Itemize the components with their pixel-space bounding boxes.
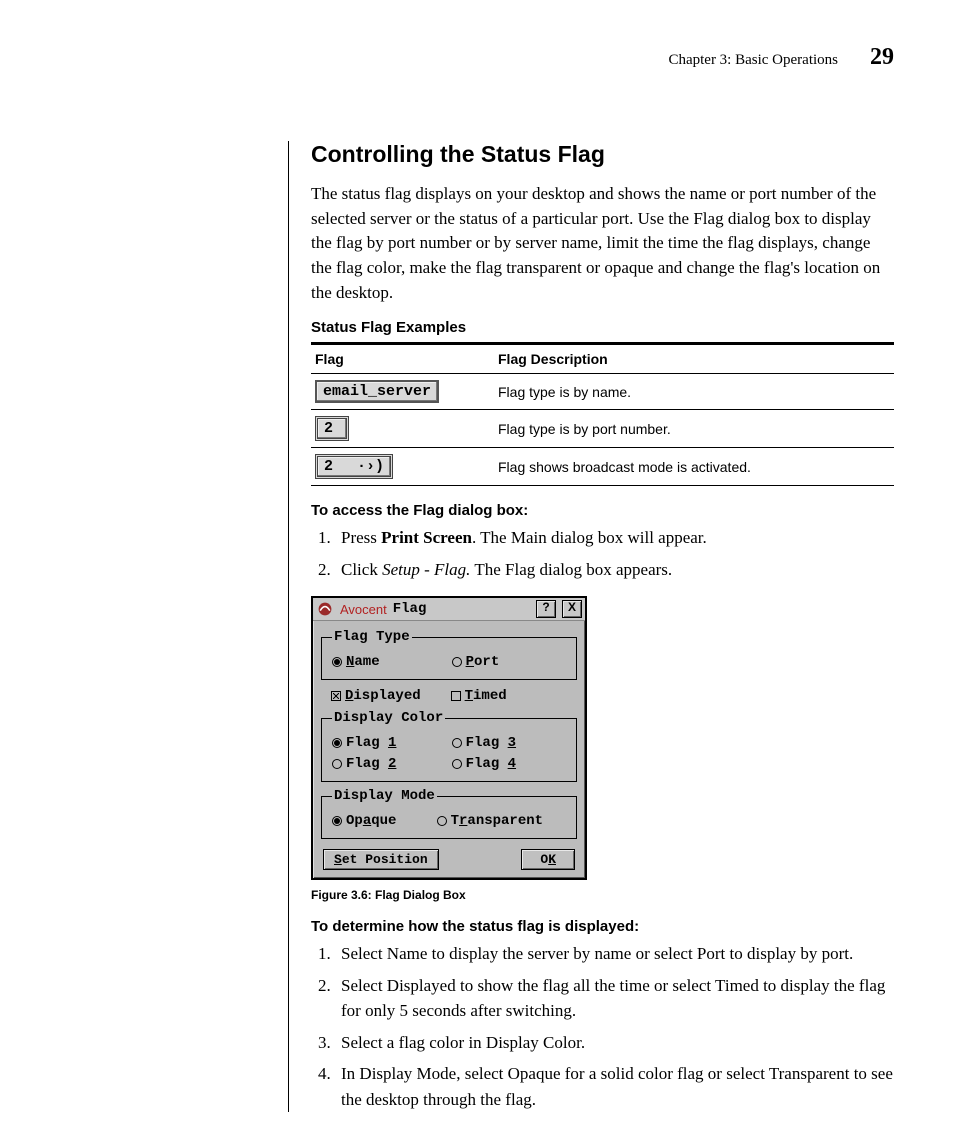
status-flag-table: Flag Flag Description email_server Flag … [311,342,894,486]
table-row: 2·›) Flag shows broadcast mode is activa… [311,448,894,486]
list-item: Select Name to display the server by nam… [335,941,894,967]
flag-type-group: Flag Type Name Port [321,629,577,680]
title-bar: Avocent Flag ? X [313,598,585,621]
figure-caption: Figure 3.6: Flag Dialog Box [311,888,894,902]
section-heading: Controlling the Status Flag [311,141,894,168]
display-color-group: Display Color Flag 1 Flag 3 Flag 2 Flag … [321,710,577,782]
table-row: email_server Flag type is by name. [311,374,894,410]
avocent-logo-icon [316,601,334,617]
flag-type-legend: Flag Type [332,629,412,645]
radio-opaque[interactable]: Opaque [332,813,427,829]
checkbox-displayed[interactable]: Displayed [331,688,441,704]
display-mode-group: Display Mode Opaque Transparent [321,788,577,839]
display-mode-legend: Display Mode [332,788,437,804]
determine-heading: To determine how the status flag is disp… [311,918,894,935]
flag-desc: Flag shows broadcast mode is activated. [494,448,894,486]
set-position-button[interactable]: Set Position [323,849,439,870]
close-button[interactable]: X [562,600,582,618]
display-color-legend: Display Color [332,710,445,726]
flag-desc: Flag type is by port number. [494,410,894,448]
radio-port[interactable]: Port [452,654,562,670]
checkbox-timed[interactable]: Timed [451,688,561,704]
radio-flag1[interactable]: Flag 1 [332,735,442,751]
col-flag: Flag [311,344,494,374]
flag-example-port: 2 [315,416,349,441]
flag-dialog: Avocent Flag ? X Flag Type Name Port Dis… [311,596,587,880]
broadcast-icon: ·›) [357,458,384,475]
chapter-label: Chapter 3: Basic Operations [668,52,838,68]
ok-button[interactable]: OK [521,849,575,870]
determine-steps: Select Name to display the server by nam… [311,941,894,1112]
list-item: Press Print Screen. The Main dialog box … [335,525,894,551]
dialog-title: Flag [393,601,427,617]
radio-name[interactable]: Name [332,654,442,670]
list-item: Select Displayed to show the flag all th… [335,973,894,1024]
examples-heading: Status Flag Examples [311,319,894,336]
table-row: 2 Flag type is by port number. [311,410,894,448]
intro-paragraph: The status flag displays on your desktop… [311,182,894,305]
list-item: In Display Mode, select Opaque for a sol… [335,1061,894,1112]
list-item: Click Setup - Flag. The Flag dialog box … [335,557,894,583]
flag-example-name: email_server [315,380,439,403]
radio-flag4[interactable]: Flag 4 [452,756,562,772]
access-steps: Press Print Screen. The Main dialog box … [311,525,894,582]
access-heading: To access the Flag dialog box: [311,502,894,519]
brand-label: Avocent [340,602,387,617]
help-button[interactable]: ? [536,600,556,618]
page-number: 29 [870,44,894,70]
col-desc: Flag Description [494,344,894,374]
flag-example-broadcast: 2·›) [315,454,393,479]
page-header: Chapter 3: Basic Operations 29 [60,44,894,71]
radio-flag3[interactable]: Flag 3 [452,735,562,751]
list-item: Select a flag color in Display Color. [335,1030,894,1056]
radio-transparent[interactable]: Transparent [437,813,547,829]
radio-flag2[interactable]: Flag 2 [332,756,442,772]
flag-desc: Flag type is by name. [494,374,894,410]
